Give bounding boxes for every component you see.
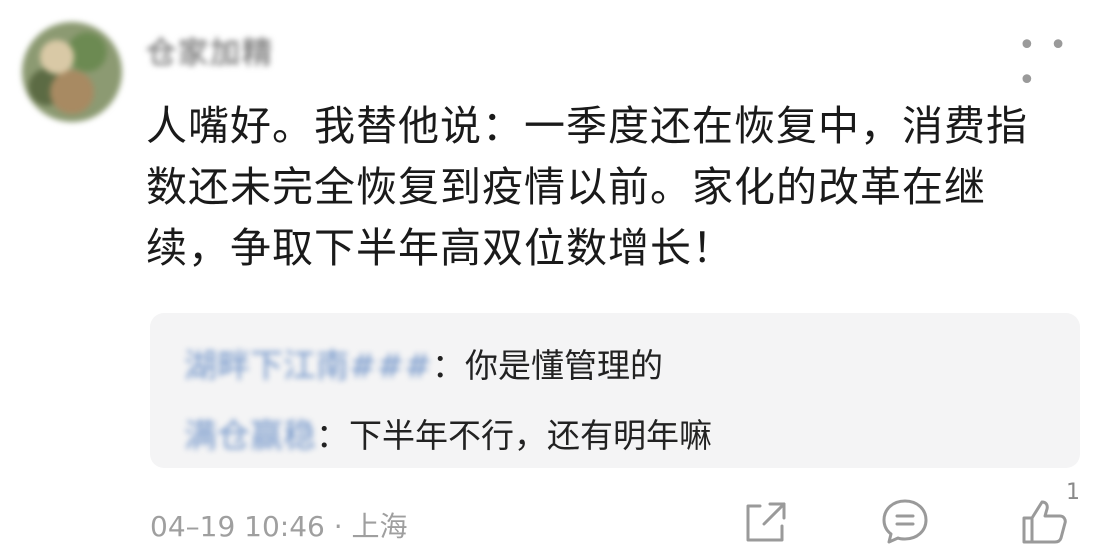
username[interactable]: 仓家加精 (146, 28, 274, 72)
comment-icon[interactable] (880, 496, 930, 546)
reply-text: 你是懂管理的 (464, 346, 663, 385)
reply-author[interactable]: 湖畔下江南### (184, 346, 432, 385)
replies-box[interactable]: 湖畔下江南###：你是懂管理的 满仓赢稳：下半年不行，还有明年嘛 (150, 313, 1080, 468)
avatar[interactable] (22, 22, 122, 122)
comment-line: 数还未完全恢复到疫情以前。家化的改革在继 (146, 163, 986, 211)
reply-author[interactable]: 满仓赢稳 (184, 416, 316, 455)
reply-item[interactable]: 湖畔下江南###：你是懂管理的 (184, 339, 663, 387)
timestamp-location: 04–19 10:46 · 上海 (150, 510, 408, 543)
share-icon[interactable] (740, 496, 790, 546)
reply-separator: ： (431, 346, 465, 385)
reply-item[interactable]: 满仓赢稳：下半年不行，还有明年嘛 (184, 409, 712, 457)
reply-text: 下半年不行，还有明年嘛 (349, 416, 712, 455)
like-count: 1 (1066, 480, 1080, 505)
comment-line: 人嘴好。我替他说：一季度还在恢复中，消费指 (146, 102, 1028, 150)
reply-separator: ： (316, 416, 349, 455)
comment-text: 人嘴好。我替他说：一季度还在恢复中，消费指 数还未完全恢复到疫情以前。家化的改革… (146, 96, 1056, 279)
comment-card: 仓家加精 • • • 人嘴好。我替他说：一季度还在恢复中，消费指 数还未完全恢复… (0, 0, 1094, 553)
comment-line: 续，争取下半年高双位数增长！ (146, 224, 734, 272)
more-dots-icon[interactable]: • • • (1018, 28, 1094, 98)
thumbs-up-icon[interactable] (1020, 496, 1070, 546)
